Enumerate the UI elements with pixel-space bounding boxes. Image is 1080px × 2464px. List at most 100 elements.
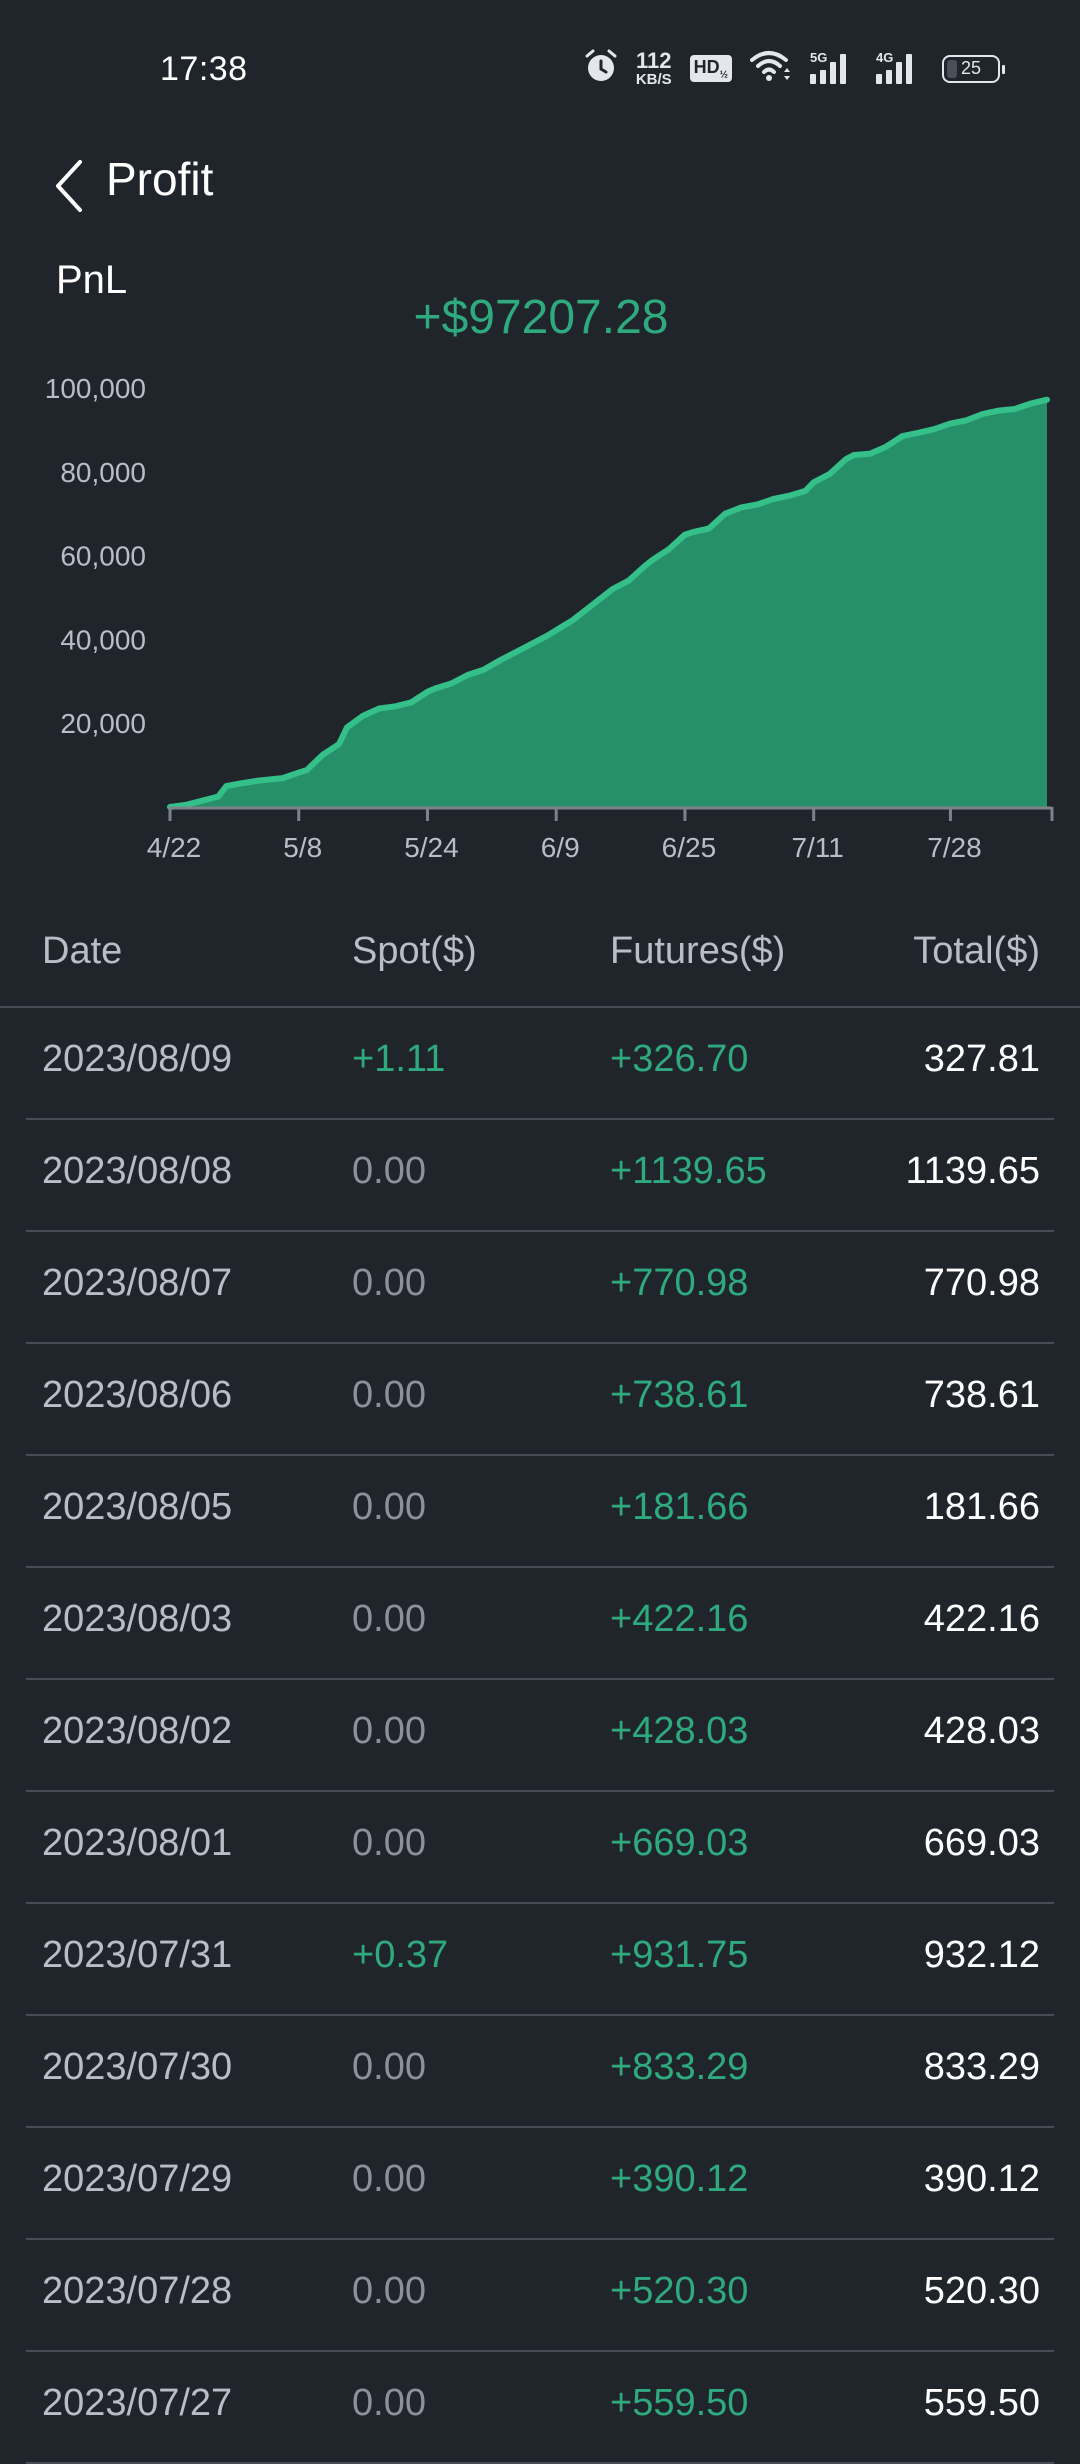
- x-axis-labels: 4/22 5/8 5/24 6/9 6/25 7/11 7/28: [147, 832, 982, 863]
- cell-spot: 0.00: [352, 2046, 426, 2088]
- table-row[interactable]: 2023/07/31 +0.37 +931.75 932.12: [26, 1904, 1054, 2016]
- cell-futures: +931.75: [610, 1934, 749, 1976]
- cell-futures: +422.16: [610, 1598, 749, 1640]
- network-speed-value: 112: [635, 48, 672, 73]
- table-row[interactable]: 2023/08/09 +1.11 +326.70 327.81: [26, 1008, 1054, 1120]
- cell-date: 2023/08/06: [42, 1374, 233, 1416]
- cell-date: 2023/08/09: [42, 1038, 233, 1080]
- y-tick-label: 40,000: [60, 624, 146, 655]
- cell-futures: +1139.65: [610, 1150, 767, 1192]
- table-row[interactable]: 2023/08/01 0.00 +669.03 669.03: [26, 1792, 1054, 1904]
- battery-level: 25: [960, 58, 982, 78]
- status-icons: 112 KB/S HD½ 5G 4G 25: [584, 48, 1005, 89]
- x-tick-label: 6/9: [541, 832, 580, 863]
- cell-total: 738.61: [923, 1374, 1040, 1416]
- app-header: Profit: [0, 140, 1080, 240]
- cell-total: 181.66: [923, 1486, 1040, 1528]
- cell-spot: 0.00: [352, 1486, 426, 1528]
- cell-date: 2023/07/27: [42, 2382, 233, 2424]
- y-axis-labels: 20,000 40,000 60,000 80,000 100,000: [45, 373, 146, 739]
- x-tick-label: 7/28: [927, 832, 982, 863]
- pnl-total-value: +$97207.28: [0, 290, 1080, 345]
- cell-date: 2023/08/08: [42, 1150, 233, 1192]
- back-button[interactable]: [48, 150, 92, 220]
- cell-total: 833.29: [923, 2046, 1040, 2088]
- cell-total: 327.81: [923, 1038, 1040, 1080]
- alarm-icon: [584, 48, 618, 89]
- cell-total: 390.12: [923, 2158, 1040, 2200]
- signal-5g-icon: 5G: [810, 50, 858, 84]
- cell-date: 2023/08/05: [42, 1486, 233, 1528]
- x-tick-label: 5/8: [283, 832, 322, 863]
- pnl-area-fill: [170, 399, 1047, 807]
- cell-total: 770.98: [923, 1262, 1040, 1304]
- table-row[interactable]: 2023/07/29 0.00 +390.12 390.12: [26, 2128, 1054, 2240]
- wifi-icon: [750, 50, 792, 87]
- cell-spot: +1.11: [352, 1038, 446, 1080]
- pnl-total-text: +$97207.28: [413, 291, 669, 344]
- cell-spot: 0.00: [352, 1598, 426, 1640]
- hd-label: HD: [693, 56, 720, 77]
- column-header-spot: Spot($): [352, 930, 477, 972]
- cell-spot: 0.00: [352, 1150, 426, 1192]
- cell-spot: 0.00: [352, 2382, 426, 2424]
- table-row[interactable]: 2023/08/07 0.00 +770.98 770.98: [26, 1232, 1054, 1344]
- x-tick-label: 6/25: [662, 832, 717, 863]
- table-row[interactable]: 2023/08/08 0.00 +1139.65 1139.65: [26, 1120, 1054, 1232]
- table-row[interactable]: 2023/08/02 0.00 +428.03 428.03: [26, 1680, 1054, 1792]
- cell-total: 422.16: [923, 1598, 1040, 1640]
- cell-futures: +181.66: [610, 1486, 749, 1528]
- network-speed: 112 KB/S: [635, 48, 672, 88]
- signal-4g-icon: 4G: [876, 50, 924, 84]
- signal-5g-label: 5G: [810, 49, 828, 65]
- cell-spot: 0.00: [352, 1374, 426, 1416]
- cell-total: 1139.65: [905, 1150, 1040, 1192]
- cell-futures: +833.29: [610, 2046, 749, 2088]
- cell-futures: +520.30: [610, 2270, 749, 2312]
- network-speed-unit: KB/S: [635, 71, 672, 88]
- table-header: Date Spot($) Futures($) Total($): [0, 900, 1080, 1008]
- page-title: Profit: [106, 153, 214, 205]
- table-row[interactable]: 2023/08/03 0.00 +422.16 422.16: [26, 1568, 1054, 1680]
- table-row[interactable]: 2023/08/05 0.00 +181.66 181.66: [26, 1456, 1054, 1568]
- battery-icon: 25: [942, 54, 1005, 83]
- cell-futures: +770.98: [610, 1262, 749, 1304]
- cell-futures: +390.12: [610, 2158, 749, 2200]
- cell-total: 559.50: [923, 2382, 1040, 2424]
- cell-spot: 0.00: [352, 1822, 426, 1864]
- x-tick-label: 5/24: [404, 832, 459, 863]
- status-time: 17:38: [160, 50, 248, 88]
- column-header-total: Total($): [913, 930, 1040, 972]
- cell-futures: +326.70: [610, 1038, 749, 1080]
- pnl-chart-svg: 20,000 40,000 60,000 80,000 100,000 4/22 5/8 5…: [45, 373, 1054, 863]
- hd-voice-icon: HD½: [689, 54, 732, 83]
- cell-total: 520.30: [923, 2270, 1040, 2312]
- cell-date: 2023/07/29: [42, 2158, 233, 2200]
- x-tick-label: 7/11: [791, 832, 843, 863]
- column-header-date: Date: [42, 930, 123, 972]
- cell-date: 2023/08/03: [42, 1598, 233, 1640]
- cell-date: 2023/07/30: [42, 2046, 233, 2088]
- cell-date: 2023/07/28: [42, 2270, 233, 2312]
- cell-total: 932.12: [923, 1934, 1040, 1976]
- cell-total: 669.03: [923, 1822, 1040, 1864]
- cell-date: 2023/07/31: [42, 1934, 233, 1976]
- table-row[interactable]: 2023/07/28 0.00 +520.30 520.30: [26, 2240, 1054, 2352]
- table-row[interactable]: 2023/08/06 0.00 +738.61 738.61: [26, 1344, 1054, 1456]
- cell-total: 428.03: [923, 1710, 1040, 1752]
- table-row[interactable]: 2023/07/27 0.00 +559.50 559.50: [26, 2352, 1054, 2464]
- y-tick-label: 80,000: [60, 457, 146, 488]
- cell-spot: 0.00: [352, 1710, 426, 1752]
- pnl-table: 2023/08/09 +1.11 +326.70 327.81 2023/08/…: [0, 1008, 1080, 2464]
- y-tick-label: 60,000: [60, 541, 146, 572]
- y-tick-label: 100,000: [45, 373, 146, 404]
- cell-futures: +428.03: [610, 1710, 749, 1752]
- cell-date: 2023/08/01: [42, 1822, 233, 1864]
- cell-futures: +738.61: [610, 1374, 749, 1416]
- signal-4g-label: 4G: [876, 49, 894, 65]
- cell-spot: +0.37: [352, 1934, 449, 1976]
- pnl-chart[interactable]: 20,000 40,000 60,000 80,000 100,000 4/22 5/8 5…: [0, 360, 1080, 880]
- table-row[interactable]: 2023/07/30 0.00 +833.29 833.29: [26, 2016, 1054, 2128]
- cell-spot: 0.00: [352, 1262, 426, 1304]
- cell-spot: 0.00: [352, 2158, 426, 2200]
